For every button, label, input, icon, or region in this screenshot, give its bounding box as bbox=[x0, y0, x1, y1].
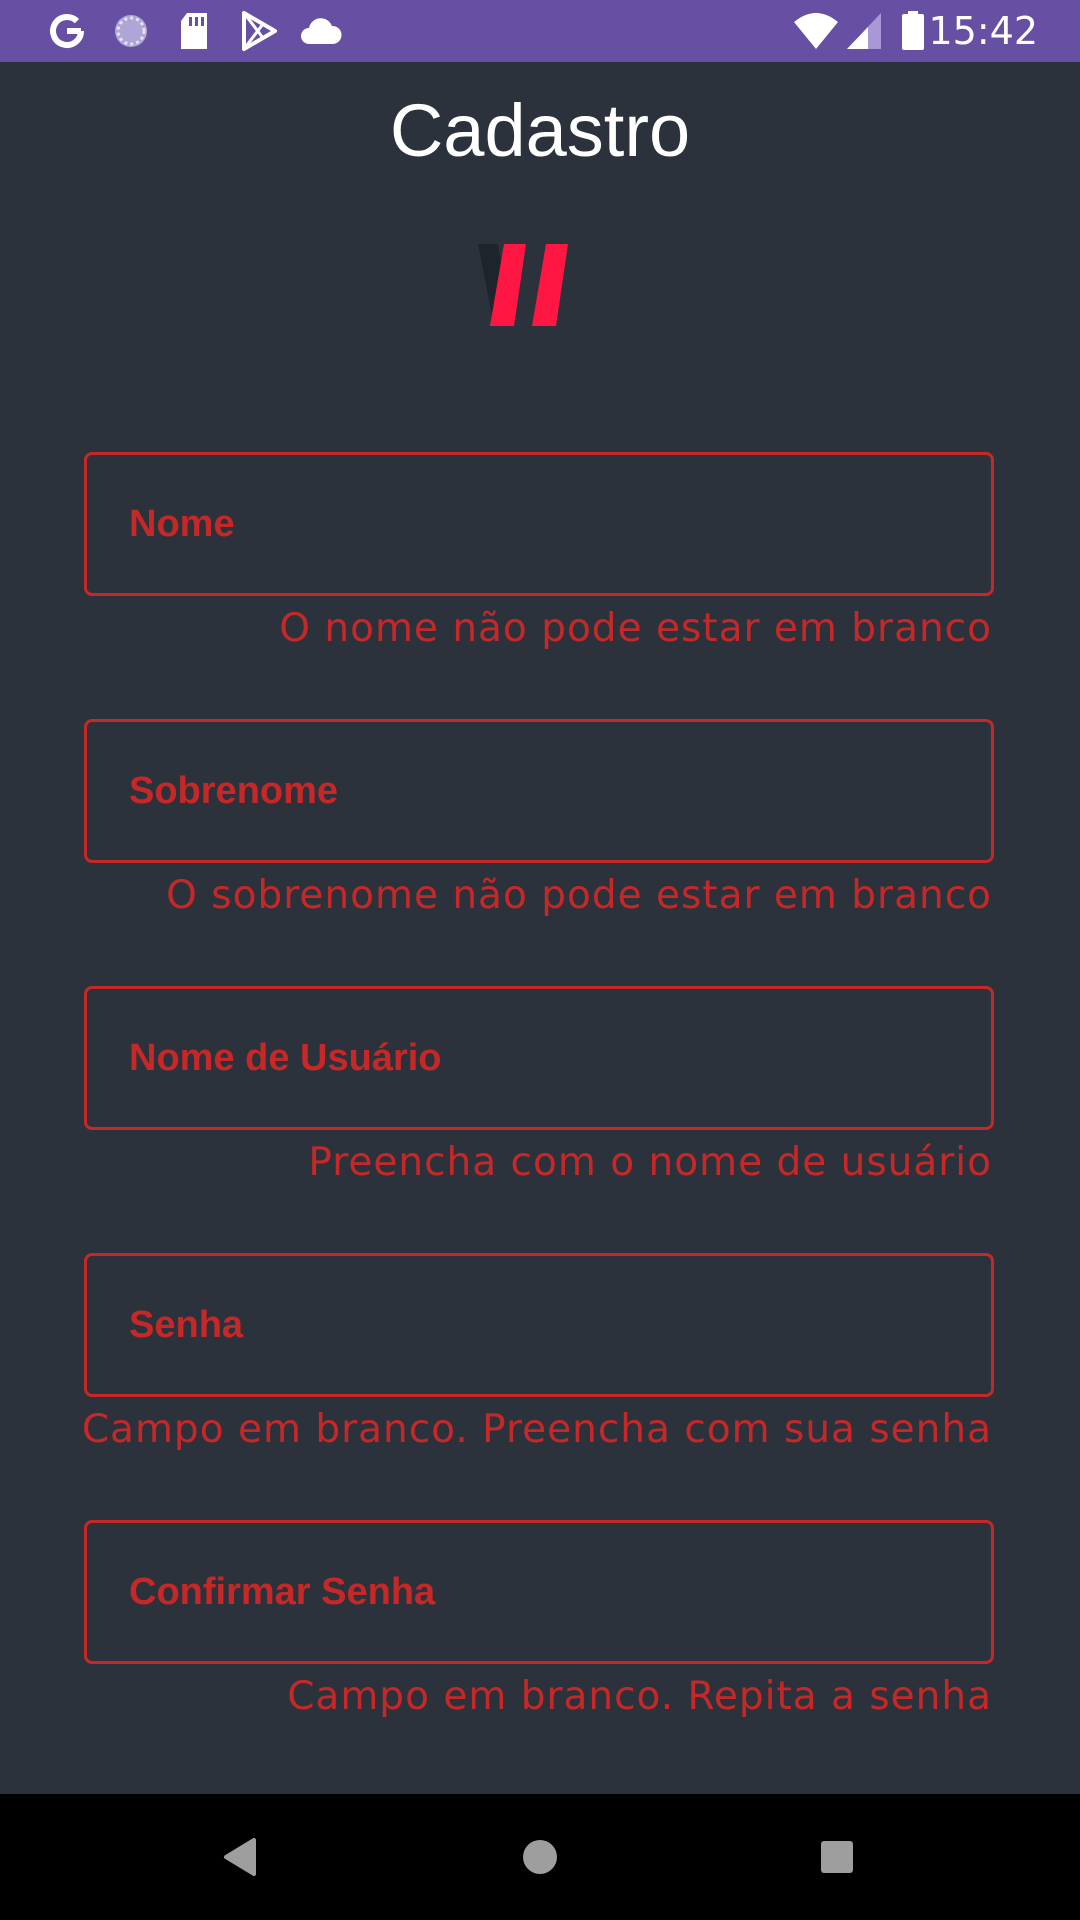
surname-error-text: O sobrenome não pode estar em branco bbox=[166, 873, 992, 918]
loading-icon bbox=[108, 0, 154, 62]
cloud-icon bbox=[298, 0, 344, 62]
name-field[interactable]: Nome bbox=[84, 452, 994, 596]
sd-card-icon bbox=[174, 0, 214, 62]
username-field[interactable]: Nome de Usuário bbox=[84, 986, 994, 1130]
status-time: 15:42 bbox=[928, 9, 1038, 53]
play-store-icon bbox=[236, 0, 282, 62]
name-field-label: Nome bbox=[129, 503, 235, 545]
password-error-text: Campo em branco. Preencha com sua senha bbox=[81, 1407, 992, 1452]
confirm-password-field[interactable]: Confirmar Senha bbox=[84, 1520, 994, 1664]
status-bar: 15:42 bbox=[0, 0, 1080, 62]
navigation-bar bbox=[0, 1794, 1080, 1920]
surname-field-label: Sobrenome bbox=[129, 770, 339, 812]
password-field-label: Senha bbox=[129, 1304, 244, 1346]
home-icon[interactable] bbox=[480, 1794, 600, 1920]
wifi-icon bbox=[792, 0, 840, 62]
password-field[interactable]: Senha bbox=[84, 1253, 994, 1397]
name-error-text: O nome não pode estar em branco bbox=[279, 606, 992, 651]
page-title: Cadastro bbox=[389, 89, 691, 172]
google-icon bbox=[44, 0, 90, 62]
surname-field[interactable]: Sobrenome bbox=[84, 719, 994, 863]
app-logo bbox=[478, 244, 568, 326]
confirm-password-field-label: Confirmar Senha bbox=[129, 1571, 436, 1613]
signal-icon bbox=[844, 0, 884, 62]
confirm-password-error-text: Campo em branco. Repita a senha bbox=[287, 1674, 992, 1719]
recents-icon[interactable] bbox=[777, 1794, 897, 1920]
battery-icon bbox=[900, 0, 926, 62]
signup-screen: 15:42 Cadastro Nome O nome não pode esta… bbox=[0, 0, 1080, 1920]
username-field-label: Nome de Usuário bbox=[129, 1037, 442, 1079]
back-icon[interactable] bbox=[180, 1794, 300, 1920]
username-error-text: Preencha com o nome de usuário bbox=[308, 1140, 992, 1185]
